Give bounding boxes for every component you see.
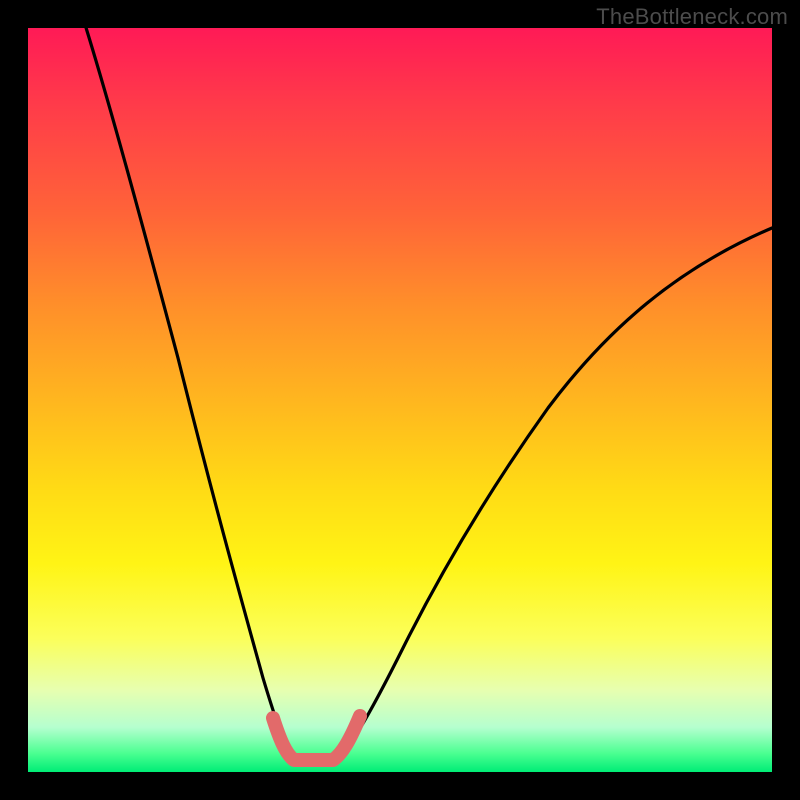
curve-minimum-highlight xyxy=(273,716,360,760)
bottleneck-curve xyxy=(28,28,772,772)
curve-left-arm xyxy=(83,28,293,760)
watermark-text: TheBottleneck.com xyxy=(596,4,788,30)
outer-frame: TheBottleneck.com xyxy=(0,0,800,800)
plot-area xyxy=(28,28,772,772)
curve-right-arm xyxy=(338,228,772,760)
